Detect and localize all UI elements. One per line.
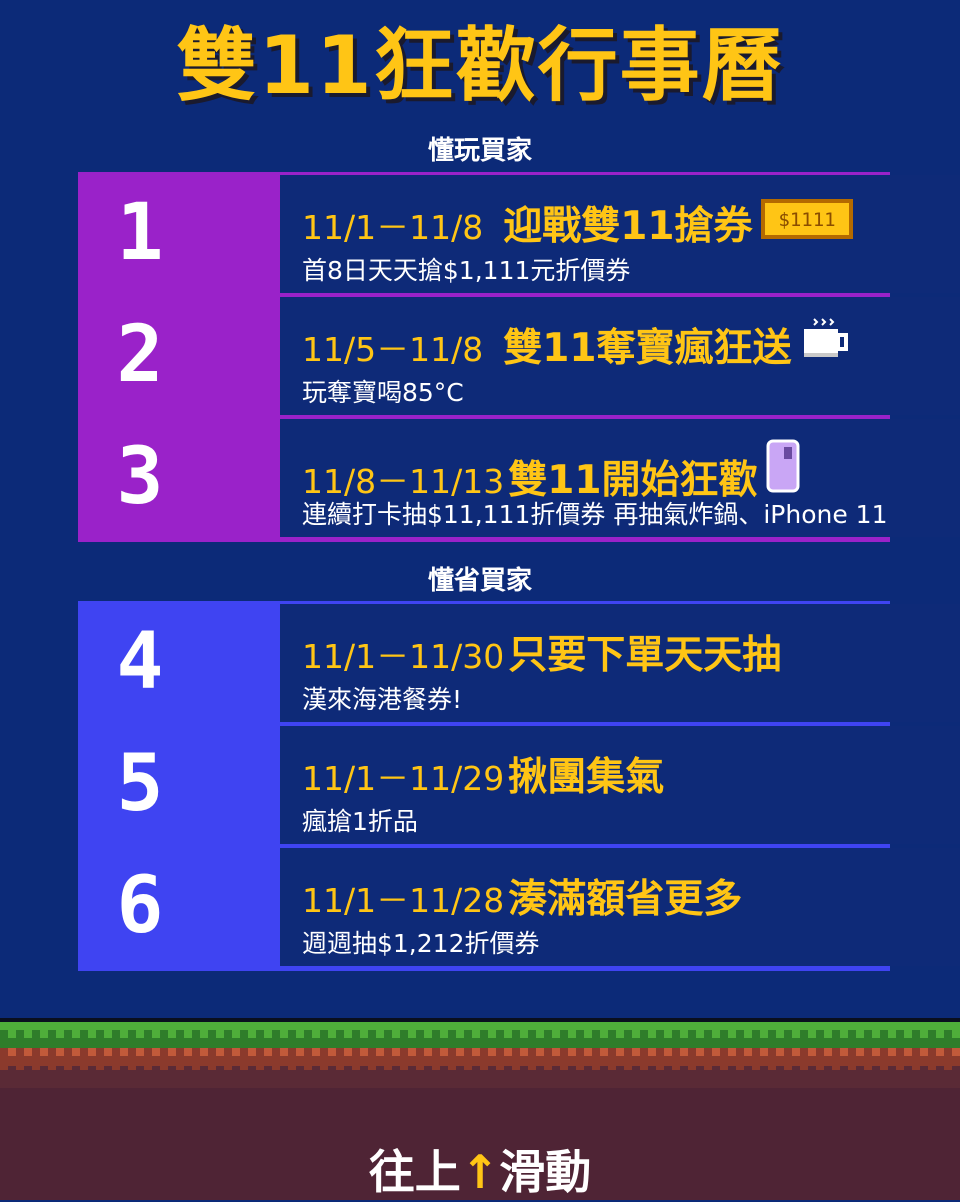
section-label-save: 懂省買家 <box>427 566 532 596</box>
coffee-cup-icon <box>800 317 850 365</box>
event-detail: 首8日天天搶$1,111元折價券 <box>302 256 631 285</box>
event-date: 11/1－11/29 <box>302 759 505 798</box>
section-save-buyers: 4 11/1－11/30 只要下單天天抽 漢來海港餐券! 5 11/1－11/2… <box>78 601 960 971</box>
event-headline: 只要下單天天抽 <box>508 633 782 678</box>
event-detail: 連續打卡抽$11,111折價券 再抽氣炸鍋、iPhone 11 <box>302 500 888 529</box>
scroll-up-hint[interactable]: 往上↑滑動 <box>0 1136 960 1202</box>
event-row-3[interactable]: 11/8－11/13 雙11開始狂歡 連續打卡抽$11,111折價券 再抽氣炸鍋… <box>280 419 960 537</box>
event-detail: 週週抽$1,212折價券 <box>302 929 540 958</box>
event-date: 11/1－11/28 <box>302 881 505 920</box>
coupon-1111-icon: $1111 <box>760 199 853 243</box>
step-number-1: 1 <box>116 188 164 278</box>
event-row-5[interactable]: 11/1－11/29 揪團集氣 瘋搶1折品 <box>280 726 960 844</box>
event-headline: 湊滿額省更多 <box>508 877 743 922</box>
svg-text:$1111: $1111 <box>778 209 835 231</box>
event-headline: 迎戰雙11搶券 <box>503 204 753 249</box>
event-headline: 雙11奪寶瘋狂送 <box>503 326 792 371</box>
step-number-3: 3 <box>116 432 164 522</box>
scroll-hint-prefix: 往上 <box>368 1145 461 1199</box>
event-date: 11/1－11/30 <box>302 637 505 676</box>
event-detail: 玩奪寶喝85°C <box>302 378 464 407</box>
phone-icon <box>766 439 800 497</box>
step-number-5: 5 <box>116 739 164 829</box>
event-row-6[interactable]: 11/1－11/28 湊滿額省更多 週週抽$1,212折價券 <box>280 848 960 966</box>
grass-strip <box>0 1018 960 1088</box>
event-row-4[interactable]: 11/1－11/30 只要下單天天抽 漢來海港餐券! <box>280 604 960 722</box>
event-row-1[interactable]: 11/1－11/8 迎戰雙11搶券 $1111 首8日天天搶$1,111元折價券 <box>280 175 960 293</box>
event-detail: 瘋搶1折品 <box>302 807 418 836</box>
up-arrow-icon: ↑ <box>460 1145 500 1199</box>
page-title: 雙11狂歡行事曆 <box>176 19 784 112</box>
step-number-2: 2 <box>116 310 164 400</box>
event-detail: 漢來海港餐券! <box>302 685 463 714</box>
event-date: 11/1－11/8 <box>302 208 484 247</box>
event-row-2[interactable]: 11/5－11/8 雙11奪寶瘋狂送 玩奪寶喝85°C <box>280 297 960 415</box>
event-headline: 揪團集氣 <box>508 755 665 800</box>
step-number-4: 4 <box>116 617 164 707</box>
scroll-hint-suffix: 滑動 <box>499 1145 592 1199</box>
section-label-fun: 懂玩買家 <box>427 136 532 166</box>
event-date: 11/5－11/8 <box>302 330 484 369</box>
step-number-6: 6 <box>116 861 164 951</box>
section-fun-buyers: 1 11/1－11/8 迎戰雙11搶券 $1111 首8日天天搶$1,111元折… <box>78 172 960 542</box>
